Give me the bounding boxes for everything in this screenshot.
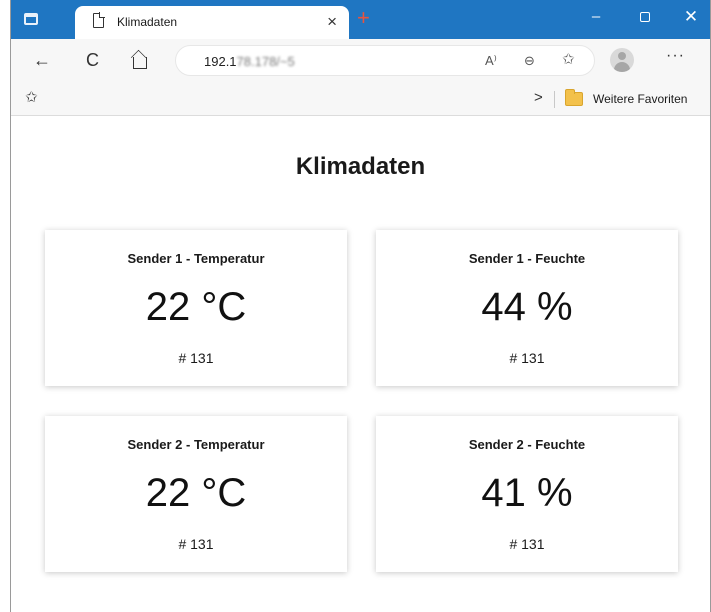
- profile-head: [618, 52, 626, 60]
- window-menu-button[interactable]: [20, 9, 42, 29]
- other-favorites-link[interactable]: Weitere Favoriten: [593, 92, 687, 106]
- add-favorite-icon[interactable]: ✩: [562, 50, 575, 68]
- read-aloud-icon[interactable]: A⁾: [485, 53, 497, 69]
- profile-body: [614, 62, 630, 72]
- tab-close-button[interactable]: ×: [327, 12, 337, 32]
- new-tab-button[interactable]: +: [357, 5, 370, 31]
- card-count: # 131: [178, 536, 214, 552]
- home-icon: [133, 57, 147, 69]
- title-bar: Klimadaten × + – ✕: [11, 0, 710, 39]
- browser-window: Klimadaten × + – ✕ ← C 192.178.178/~5 A⁾…: [10, 0, 711, 612]
- sensor-card-sender1-temperature: Sender 1 - Temperatur 22 °C # 131: [45, 230, 347, 386]
- minimize-button[interactable]: –: [576, 6, 616, 30]
- favorites-star-icon[interactable]: ✩: [25, 88, 38, 106]
- tab-klimadaten[interactable]: Klimadaten ×: [75, 6, 349, 39]
- card-label: Sender 2 - Feuchte: [468, 437, 586, 452]
- url-text: 192.178.178/~5: [204, 54, 295, 69]
- chevron-right-icon[interactable]: >: [534, 89, 543, 106]
- zoom-icon[interactable]: ⊖: [524, 53, 535, 69]
- back-button[interactable]: ←: [33, 50, 51, 71]
- card-count: # 131: [178, 350, 214, 366]
- navigation-toolbar: ← C 192.178.178/~5 A⁾ ⊖ ✩ ···: [11, 39, 710, 83]
- card-value: 41 %: [481, 471, 573, 515]
- favorites-bar: ✩ > Weitere Favoriten: [11, 83, 710, 116]
- page-icon: [93, 12, 105, 28]
- card-count: # 131: [509, 536, 545, 552]
- maximize-icon: [640, 12, 650, 23]
- card-value: 22 °C: [145, 285, 247, 329]
- folder-icon[interactable]: [565, 89, 583, 106]
- window-icon: [24, 13, 38, 25]
- close-window-button[interactable]: ✕: [671, 6, 710, 30]
- card-value: 44 %: [481, 285, 573, 329]
- sensor-card-sender2-temperature: Sender 2 - Temperatur 22 °C # 131: [45, 416, 347, 572]
- divider: [554, 91, 555, 108]
- maximize-button[interactable]: [625, 6, 665, 30]
- card-value: 22 °C: [145, 471, 247, 515]
- card-count: # 131: [509, 350, 545, 366]
- card-label: Sender 2 - Temperatur: [127, 437, 265, 452]
- page-content: Klimadaten Sender 1 - Temperatur 22 °C #…: [11, 117, 710, 612]
- page-title: Klimadaten: [295, 153, 426, 180]
- home-button[interactable]: [133, 50, 147, 74]
- reload-button[interactable]: C: [86, 50, 99, 71]
- more-options-button[interactable]: ···: [666, 47, 685, 65]
- card-label: Sender 1 - Feuchte: [468, 251, 586, 266]
- url-visible: 192.1: [204, 54, 237, 69]
- sensor-card-sender2-humidity: Sender 2 - Feuchte 41 % # 131: [376, 416, 678, 572]
- profile-avatar[interactable]: [610, 48, 634, 72]
- sensor-card-sender1-humidity: Sender 1 - Feuchte 44 % # 131: [376, 230, 678, 386]
- address-bar[interactable]: 192.178.178/~5 A⁾ ⊖ ✩: [175, 45, 595, 76]
- url-obscured: 78.178/~5: [236, 54, 295, 69]
- tab-title: Klimadaten: [117, 15, 178, 29]
- card-label: Sender 1 - Temperatur: [127, 251, 265, 266]
